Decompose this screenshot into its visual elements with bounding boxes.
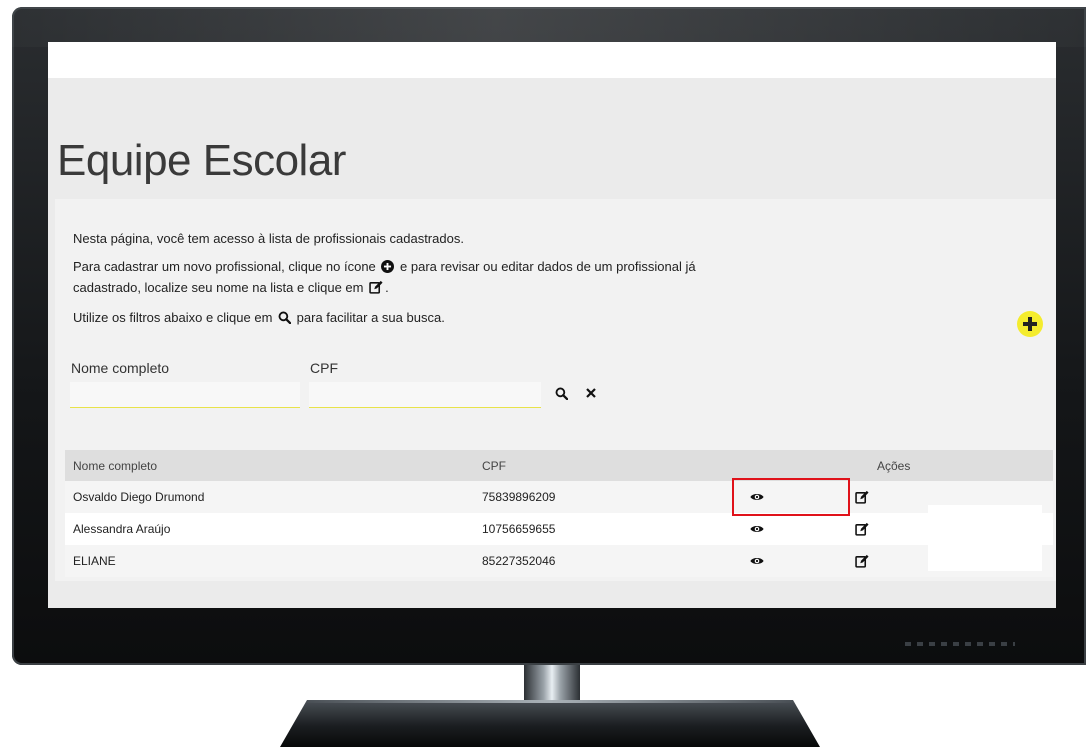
plus-icon <box>1023 317 1037 331</box>
cpf-filter-input[interactable] <box>309 382 541 408</box>
search-button[interactable] <box>552 384 570 402</box>
plus-circle-icon <box>381 259 395 278</box>
monitor-stand-highlight <box>300 700 800 703</box>
intro-line-2-end: . <box>385 280 389 295</box>
search-icon <box>278 310 292 329</box>
intro-line-3-end: para facilitar a sua busca. <box>296 310 445 325</box>
add-professional-button[interactable] <box>1017 311 1043 337</box>
page-title: Equipe Escolar <box>57 136 346 185</box>
column-header-cpf: CPF <box>482 458 506 473</box>
eye-icon <box>750 526 764 532</box>
column-header-name: Nome completo <box>73 458 158 473</box>
view-button[interactable] <box>748 545 766 577</box>
intro-line-2-start: Para cadastrar um novo profissional, cli… <box>73 259 376 274</box>
cpf-filter-label: CPF <box>310 360 338 376</box>
clear-filters-button[interactable] <box>582 384 600 402</box>
view-button[interactable] <box>748 513 766 545</box>
monitor-screen: Equipe Escolar Nesta página, você tem ac… <box>48 42 1056 608</box>
edit-button[interactable] <box>853 545 871 577</box>
row-name: ELIANE <box>73 554 116 568</box>
row-cpf: 85227352046 <box>482 554 556 568</box>
intro-line-2: Para cadastrar um novo profissional, cli… <box>73 257 713 299</box>
monitor-stand-base <box>280 700 820 747</box>
view-button[interactable] <box>748 481 766 513</box>
eye-icon <box>750 494 764 500</box>
name-filter-label: Nome completo <box>71 360 170 376</box>
professionals-table: Nome completo CPF Ações Osvaldo Diego Dr… <box>65 450 1053 577</box>
intro-text: Nesta página, você tem acesso à lista de… <box>73 229 713 338</box>
table-header-row: Nome completo CPF Ações <box>65 450 1053 481</box>
edit-icon <box>369 280 383 299</box>
top-bar <box>48 42 1056 78</box>
name-filter-input[interactable] <box>70 382 300 408</box>
row-name: Alessandra Araújo <box>73 522 171 536</box>
edit-icon <box>855 490 869 504</box>
row-cpf: 10756659655 <box>482 522 556 536</box>
close-icon <box>586 388 596 398</box>
monitor-brand-mark <box>905 642 1015 646</box>
column-header-actions: Ações <box>877 458 911 473</box>
table-row: Alessandra Araújo 10756659655 <box>65 513 1053 545</box>
row-cpf: 75839896209 <box>482 490 556 504</box>
table-row: Osvaldo Diego Drumond 75839896209 <box>65 481 1053 513</box>
edit-icon <box>855 554 869 568</box>
eye-icon <box>750 558 764 564</box>
intro-line-3: Utilize os filtros abaixo e clique em pa… <box>73 308 713 329</box>
row-name: Osvaldo Diego Drumond <box>73 490 205 504</box>
monitor-bezel-glare <box>12 7 1086 47</box>
intro-line-1: Nesta página, você tem acesso à lista de… <box>73 231 464 246</box>
edit-button[interactable] <box>853 481 871 513</box>
intro-line-3-start: Utilize os filtros abaixo e clique em <box>73 310 273 325</box>
edit-icon <box>855 522 869 536</box>
search-icon <box>555 387 568 400</box>
blank-overlay <box>928 505 1042 571</box>
edit-button[interactable] <box>853 513 871 545</box>
table-row: ELIANE 85227352046 <box>65 545 1053 577</box>
